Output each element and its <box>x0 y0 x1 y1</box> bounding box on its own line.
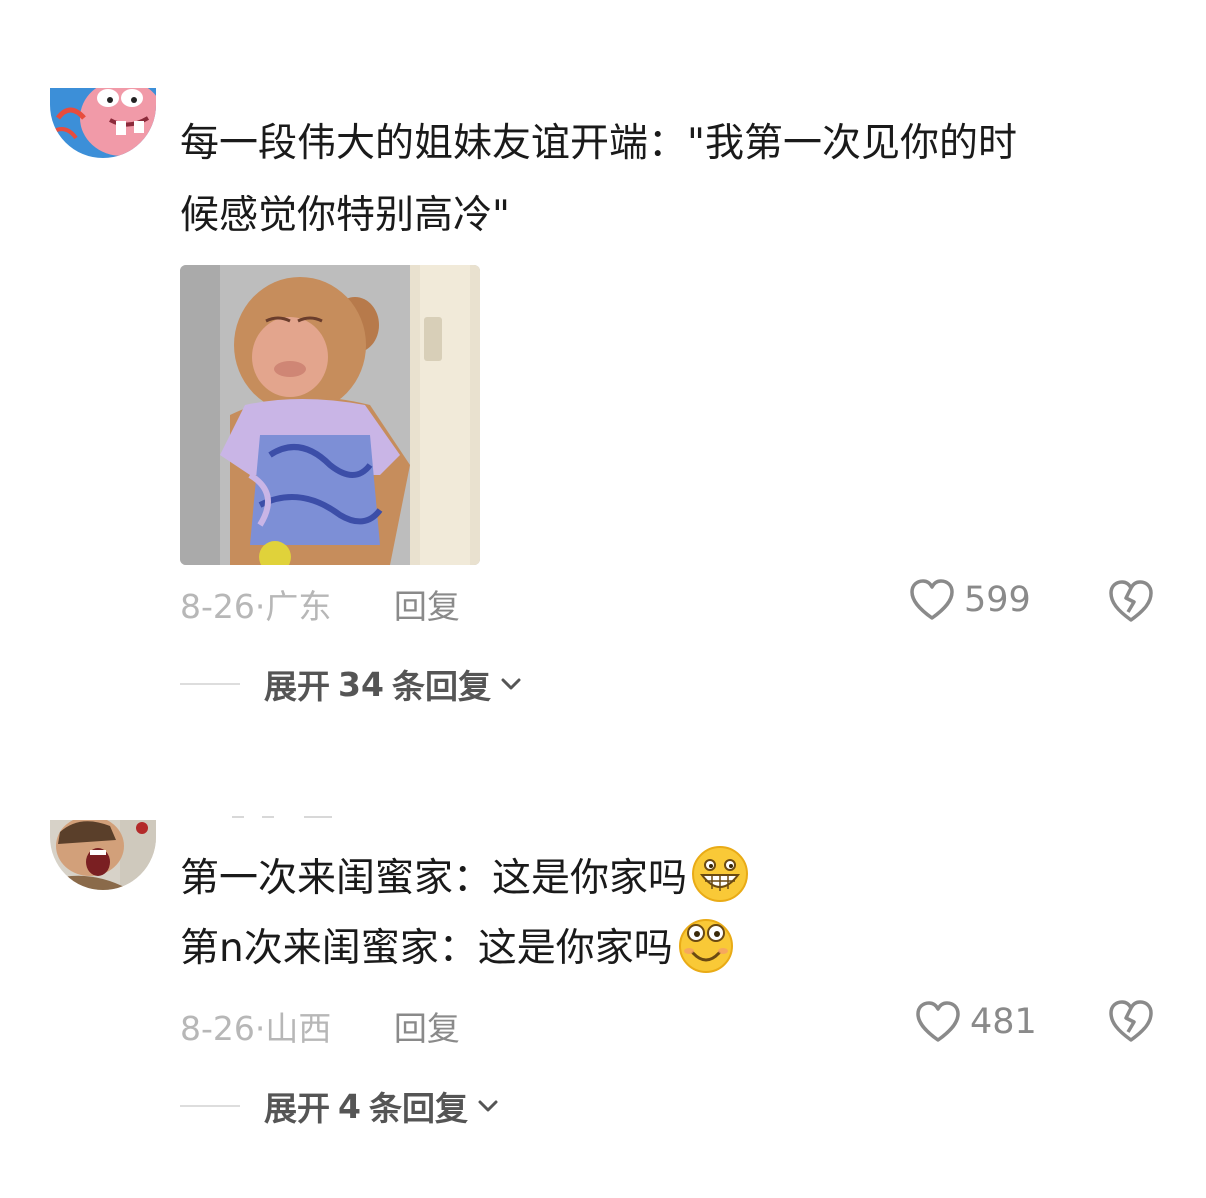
comment-meta: 8-26·广东 回复 <box>180 580 460 628</box>
broken-heart-icon <box>1109 580 1153 622</box>
comment-date: 8-26 <box>180 1009 255 1048</box>
divider-line <box>180 1105 240 1107</box>
reply-count: 4 <box>338 1086 361 1126</box>
chevron-down-icon <box>501 678 521 690</box>
grinning-teeth-emoji-icon <box>692 846 749 902</box>
monkey-sticker-image[interactable] <box>180 265 480 565</box>
dislike-button[interactable] <box>1106 578 1156 628</box>
expand-label-suffix: 条回复 <box>391 667 491 706</box>
username-fragment <box>232 816 332 818</box>
heart-outline-icon <box>910 579 954 620</box>
comment-line: 第n次来闺蜜家：这是你家吗 <box>180 914 1150 984</box>
chevron-down-icon <box>478 1100 498 1112</box>
meta-separator: · <box>254 587 266 626</box>
comment-date: 8-26 <box>180 587 255 626</box>
heart-outline-icon <box>916 1001 960 1042</box>
like-count: 481 <box>970 1002 1037 1042</box>
comment-line-text: 第一次来闺蜜家：这是你家吗 <box>180 856 688 901</box>
expand-label-suffix: 条回复 <box>368 1089 468 1128</box>
comment-location: 广东 <box>265 587 332 626</box>
like-button[interactable]: 481 <box>914 1000 1037 1044</box>
divider-line <box>180 683 240 685</box>
meta-separator: · <box>254 1009 266 1048</box>
reply-count: 34 <box>338 664 384 704</box>
comment-line: 每一段伟大的姐妹友谊开端："我第一次见你的时 <box>180 121 1017 166</box>
comment-text: 每一段伟大的姐妹友谊开端："我第一次见你的时 候感觉你特别高冷" <box>180 108 1150 252</box>
avatar[interactable] <box>50 820 156 890</box>
expand-replies-button[interactable]: 展开 34 条回复 <box>180 660 523 708</box>
expand-replies-button[interactable]: 展开 4 条回复 <box>180 1082 500 1130</box>
comment-text: 第一次来闺蜜家：这是你家吗 第n次来闺蜜家：这是你家吗 <box>180 844 1150 984</box>
reply-button[interactable]: 回复 <box>394 1009 460 1048</box>
avatar[interactable] <box>50 88 156 158</box>
dislike-button[interactable] <box>1106 998 1156 1048</box>
comment-line: 候感觉你特别高冷" <box>180 193 510 238</box>
comment-line-text: 第n次来闺蜜家：这是你家吗 <box>180 926 673 971</box>
like-count: 599 <box>964 580 1031 620</box>
expand-label-prefix: 展开 <box>264 667 330 706</box>
wide-eyed-smile-emoji-icon <box>678 919 733 973</box>
comment-meta: 8-26·山西 回复 <box>180 1002 460 1050</box>
comment-item: 每一段伟大的姐妹友谊开端："我第一次见你的时 候感觉你特别高冷" 8-26·广东 <box>0 0 1206 720</box>
comment-location: 山西 <box>265 1009 332 1048</box>
like-button[interactable]: 599 <box>908 578 1031 622</box>
comment-item: 第一次来闺蜜家：这是你家吗 第n次来闺蜜家：这是你家吗 8-26·山西 回复 4… <box>0 800 1206 1198</box>
reply-button[interactable]: 回复 <box>394 587 460 626</box>
comment-line: 第一次来闺蜜家：这是你家吗 <box>180 844 1150 914</box>
broken-heart-icon <box>1109 1000 1153 1042</box>
expand-label-prefix: 展开 <box>264 1089 330 1128</box>
